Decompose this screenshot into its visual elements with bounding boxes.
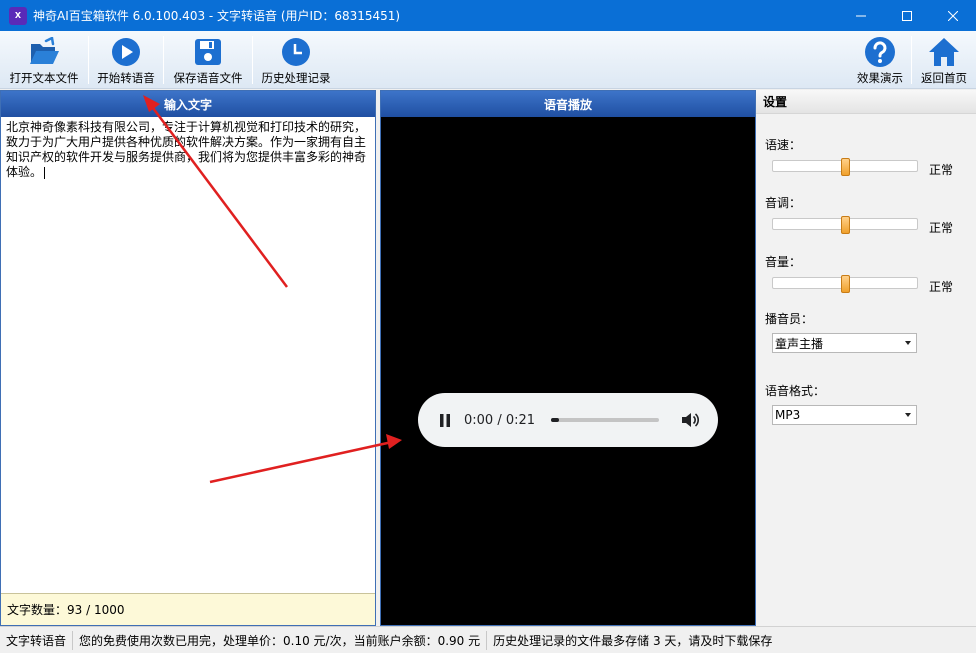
toolbar-separator (911, 36, 912, 84)
toolbar: 打开文本文件 开始转语音 保存语音文件 历史处理记录 效果演示 返回首页 (0, 31, 976, 89)
slider-thumb[interactable] (840, 158, 850, 176)
audio-player-panel: 语音播放 0:00 / 0:21 (380, 90, 756, 626)
voice-selected-value: 童声主播 (775, 336, 824, 351)
progress-fill (551, 418, 559, 422)
char-count-bar: 文字数量：93 / 1000 (1, 593, 375, 625)
voice-select[interactable]: 童声主播 (772, 333, 917, 353)
voice-label: 播音员： (765, 312, 814, 326)
slider-thumb[interactable] (840, 275, 850, 293)
status-module: 文字转语音 (0, 630, 74, 650)
history-button[interactable]: 历史处理记录 (257, 31, 335, 89)
minimize-button[interactable] (838, 0, 884, 31)
settings-title: 设置 (756, 90, 976, 114)
open-text-file-label: 打开文本文件 (9, 71, 79, 85)
maximize-icon (902, 10, 912, 21)
input-panel-title: 输入文字 (1, 91, 375, 117)
open-text-file-button[interactable]: 打开文本文件 (5, 31, 83, 89)
pitch-value: 正常 (929, 221, 954, 235)
pause-button[interactable] (438, 413, 452, 427)
save-disk-icon (192, 36, 224, 68)
window-title: 神奇AI百宝箱软件 6.0.100.403 - 文字转语音 (用户ID：6831… (33, 9, 401, 23)
minimize-icon (856, 15, 866, 16)
help-icon (864, 36, 896, 68)
pitch-slider[interactable] (772, 216, 918, 234)
player-panel-title: 语音播放 (381, 91, 755, 117)
demo-label: 效果演示 (857, 71, 903, 85)
window-controls (838, 0, 976, 31)
speed-slider[interactable] (772, 158, 918, 176)
speed-value: 正常 (929, 163, 954, 177)
pitch-label: 音调： (765, 196, 802, 210)
input-text-panel: 输入文字 北京神奇像素科技有限公司，专注于计算机视觉和打印技术的研究，致力于为广… (0, 90, 376, 626)
toolbar-separator (163, 36, 164, 84)
close-button[interactable] (930, 0, 976, 31)
home-icon (928, 36, 960, 68)
title-bar: X 神奇AI百宝箱软件 6.0.100.403 - 文字转语音 (用户ID：68… (0, 0, 976, 31)
audio-player: 0:00 / 0:21 (418, 393, 718, 447)
demo-button[interactable]: 效果演示 (853, 31, 907, 89)
char-count-label: 文字数量：93 / 1000 (7, 603, 125, 617)
volume-button[interactable] (681, 411, 700, 429)
input-text-content: 北京神奇像素科技有限公司，专注于计算机视觉和打印技术的研究，致力于为广大用户提供… (6, 120, 367, 179)
volume-value: 正常 (929, 280, 954, 294)
toolbar-separator (88, 36, 89, 84)
open-folder-icon (28, 36, 60, 68)
status-pricing: 您的免费使用次数已用完，处理单价：0.10 元/次，当前账户余额：0.90 元 (73, 630, 488, 650)
start-convert-button[interactable]: 开始转语音 (93, 31, 159, 89)
save-audio-label: 保存语音文件 (173, 71, 243, 85)
status-notice: 历史处理记录的文件最多存储 3 天，请及时下载保存 (493, 633, 773, 648)
speed-label: 语速： (765, 138, 802, 152)
history-label: 历史处理记录 (261, 71, 331, 85)
close-icon (948, 10, 958, 21)
maximize-button[interactable] (884, 0, 930, 31)
settings-panel: 设置 语速： 正常 音调： 正常 音量： 正常 播音员： 童声主播 语音格式： … (756, 90, 976, 626)
pause-icon (440, 413, 450, 427)
save-audio-button[interactable]: 保存语音文件 (168, 31, 248, 89)
clock-icon (280, 36, 312, 68)
start-convert-label: 开始转语音 (97, 71, 155, 85)
toolbar-separator (252, 36, 253, 84)
home-label: 返回首页 (921, 71, 967, 85)
play-circle-icon (110, 36, 142, 68)
slider-thumb[interactable] (840, 216, 850, 234)
input-textarea[interactable]: 北京神奇像素科技有限公司，专注于计算机视觉和打印技术的研究，致力于为广大用户提供… (4, 120, 370, 592)
dropdown-arrow-icon (905, 413, 911, 417)
dropdown-arrow-icon (905, 341, 911, 345)
speaker-icon (682, 413, 700, 427)
volume-slider[interactable] (772, 275, 918, 293)
status-bar: 文字转语音 您的免费使用次数已用完，处理单价：0.10 元/次，当前账户余额：0… (0, 626, 976, 653)
format-label: 语音格式： (765, 384, 826, 398)
playback-time: 0:00 / 0:21 (464, 412, 536, 428)
text-caret (44, 166, 46, 179)
app-logo: X (9, 6, 27, 25)
home-button[interactable]: 返回首页 (916, 31, 972, 89)
format-select[interactable]: MP3 (772, 405, 917, 425)
format-selected-value: MP3 (775, 408, 801, 422)
playback-progress[interactable] (551, 418, 660, 422)
volume-label: 音量： (765, 255, 802, 269)
